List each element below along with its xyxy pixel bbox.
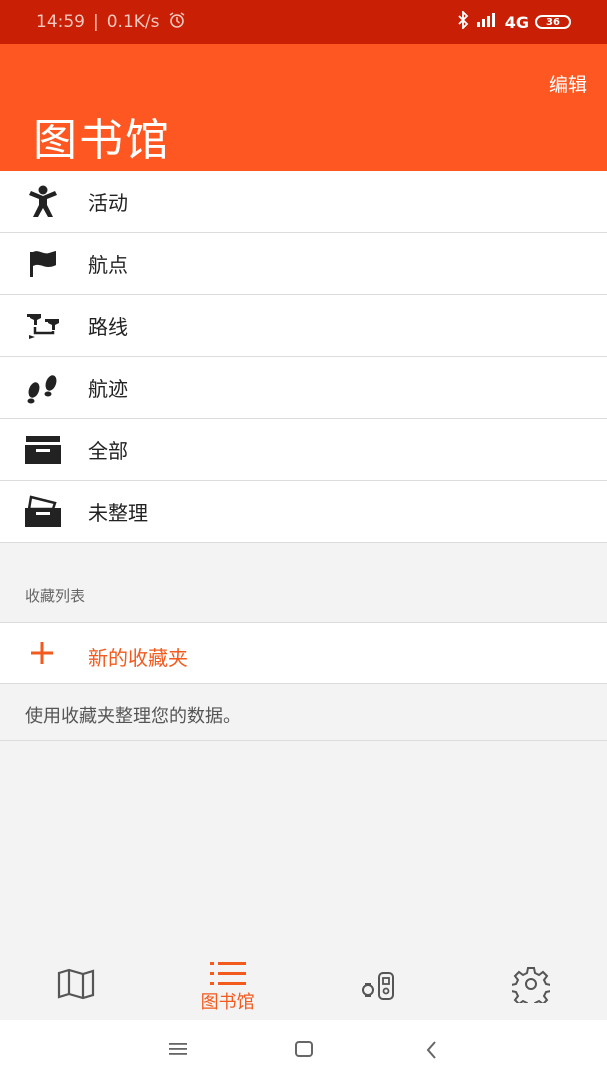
list-item-all[interactable]: 全部 (0, 419, 607, 481)
collections-section-header: 收藏列表 (0, 545, 607, 622)
new-folder-label: 新的收藏夹 (88, 646, 188, 670)
hint-text: 使用收藏夹整理您的数据。 (25, 706, 241, 727)
nav-library-label: 图书馆 (200, 992, 255, 1013)
network-type: 4G (504, 12, 529, 32)
edit-button[interactable]: 编辑 (549, 70, 587, 97)
person-icon (23, 184, 63, 220)
nav-map[interactable] (0, 950, 152, 1020)
flag-icon (23, 246, 63, 282)
battery-icon: 36 (535, 15, 571, 29)
plus-icon (30, 641, 54, 665)
network-speed: 0.1K/s (106, 12, 160, 32)
status-right: 4G 36 (457, 9, 571, 34)
battery-level: 36 (546, 16, 560, 28)
alarm-icon (168, 11, 186, 34)
drawer-open-icon (23, 494, 63, 530)
menu-icon[interactable] (168, 1040, 188, 1062)
back-icon[interactable] (424, 1040, 440, 1064)
list-item-tracks[interactable]: 航迹 (0, 357, 607, 419)
list-item-label: 全部 (88, 439, 128, 463)
nav-devices[interactable] (304, 950, 456, 1020)
collections-hint: 使用收藏夹整理您的数据。 (0, 684, 607, 741)
signal-icon (475, 12, 499, 33)
status-left: 14:59 | 0.1K/s (36, 11, 186, 34)
library-list: 活动 航点 路线 航迹 全部 未整理 (0, 171, 607, 543)
nav-library[interactable]: 图书馆 (152, 950, 304, 1020)
nav-settings[interactable] (455, 950, 607, 1020)
list-item-activities[interactable]: 活动 (0, 171, 607, 233)
list-item-label: 航点 (88, 253, 128, 277)
app-header: 编辑 图书馆 (0, 44, 607, 171)
route-pins-icon (23, 308, 63, 344)
list-item-label: 未整理 (88, 501, 148, 525)
status-bar: 14:59 | 0.1K/s 4G 36 (0, 0, 607, 44)
list-item-label: 路线 (88, 315, 128, 339)
page-title: 图书馆 (33, 115, 171, 166)
bottom-nav: 图书馆 (0, 950, 607, 1020)
bluetooth-icon (457, 9, 469, 34)
list-item-label: 航迹 (88, 377, 128, 401)
list-item-waypoints[interactable]: 航点 (0, 233, 607, 295)
status-separator: | (93, 12, 99, 32)
section-title: 收藏列表 (25, 587, 86, 605)
list-item-unsorted[interactable]: 未整理 (0, 481, 607, 543)
drawer-icon (23, 432, 63, 468)
list-item-label: 活动 (88, 191, 128, 215)
system-nav-bar (0, 1020, 607, 1080)
list-item-routes[interactable]: 路线 (0, 295, 607, 357)
status-time: 14:59 (36, 12, 85, 32)
home-icon[interactable] (294, 1040, 314, 1062)
new-folder-button[interactable]: 新的收藏夹 (0, 622, 607, 684)
footprints-icon (23, 370, 63, 406)
